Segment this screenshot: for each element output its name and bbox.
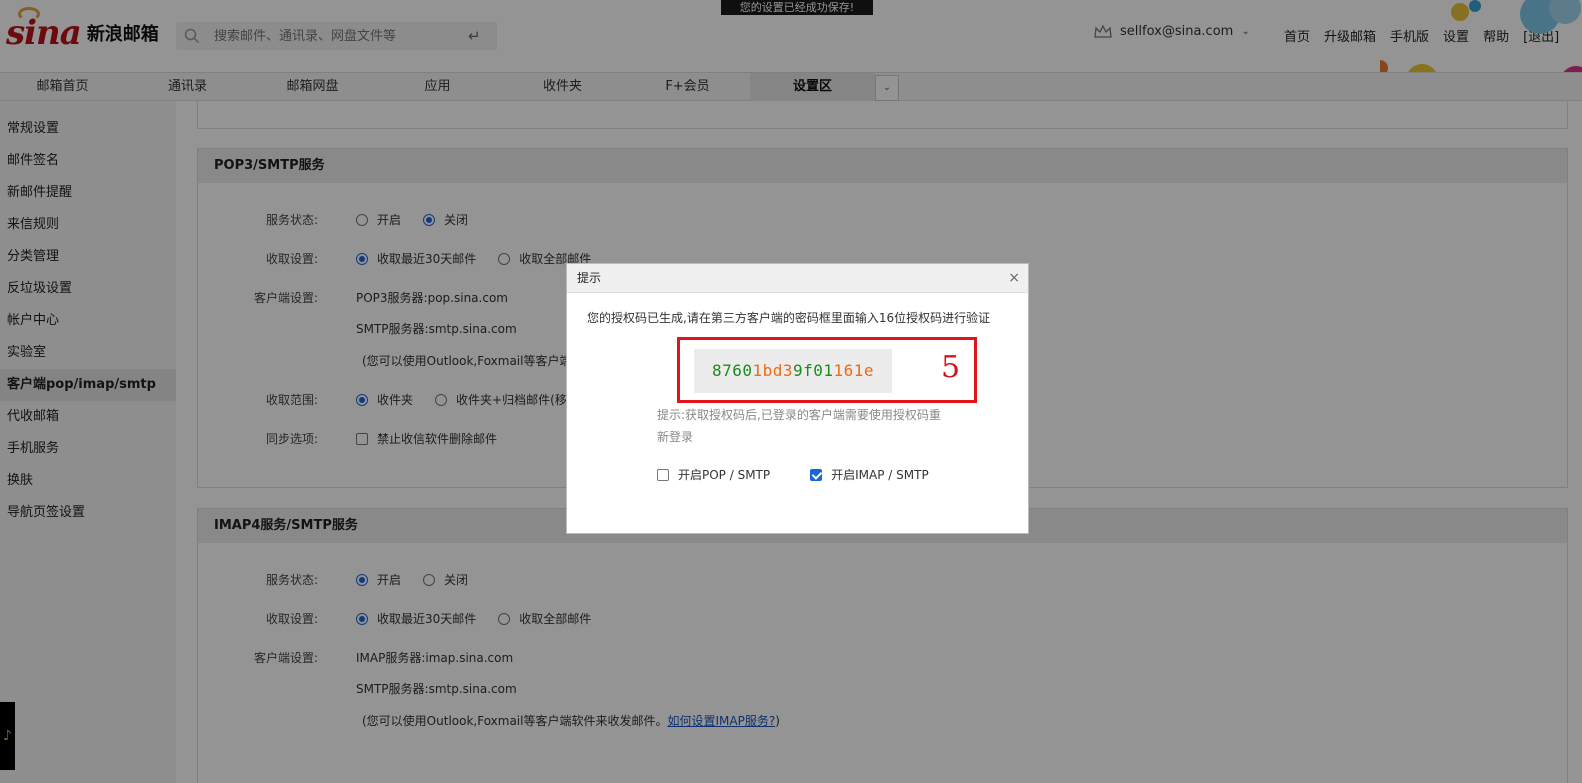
enable-pop-option[interactable]: 开启POP / SMTP [657, 466, 770, 483]
checkbox[interactable] [810, 468, 823, 481]
dialog-message: 您的授权码已生成,请在第三方客户端的密码框里面输入16位授权码进行验证 [587, 311, 991, 325]
dialog-header: 提示 × [567, 264, 1028, 293]
close-icon[interactable]: × [1008, 264, 1020, 293]
dialog-tip: 提示:获取授权码后,已登录的客户端需要使用授权码重新登录 [657, 408, 941, 444]
auth-code-dialog: 提示 × 您的授权码已生成,请在第三方客户端的密码框里面输入16位授权码进行验证… [566, 263, 1029, 534]
highlight-frame: 87601bd39f01161e 5 [677, 337, 977, 403]
dialog-options: 开启POP / SMTP 开启IMAP / SMTP [657, 466, 951, 483]
code-part: 9f01 [793, 361, 834, 380]
code-part: 1bd3 [752, 361, 793, 380]
dialog-title: 提示 [577, 271, 602, 285]
code-part: 8760 [711, 361, 753, 380]
auth-code[interactable]: 87601bd39f01161e [694, 349, 892, 393]
enable-imap-option[interactable]: 开启IMAP / SMTP [810, 466, 929, 483]
checkbox[interactable] [657, 468, 669, 481]
code-part: 161e [833, 361, 875, 380]
step-annotation: 5 [941, 350, 961, 385]
